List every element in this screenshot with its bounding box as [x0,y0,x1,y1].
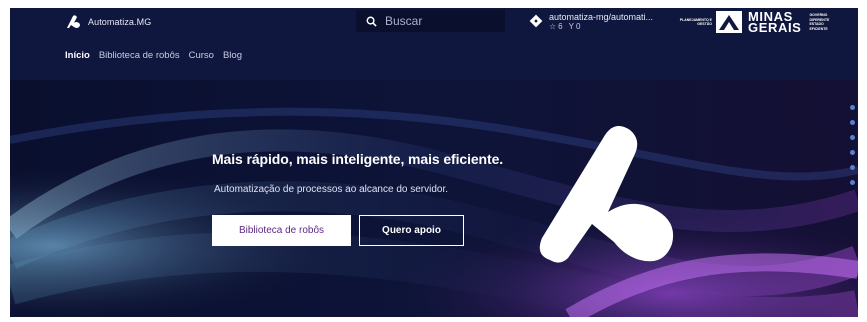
carousel-dot[interactable] [850,165,855,170]
automatiza-logo-icon [67,15,80,28]
search-placeholder: Buscar [385,14,423,28]
hero-subtitle: Automatização de processos ao alcance do… [214,184,449,195]
carousel-dots [850,105,855,185]
carousel-dot[interactable] [850,150,855,155]
carousel-dot[interactable] [850,105,855,110]
carousel-dot[interactable] [850,135,855,140]
repo-forks: Y 0 [569,22,581,32]
mg-mountain-icon [716,11,742,33]
fork-count: 0 [575,22,581,31]
brand-line-2: GERAIS [748,20,802,35]
hero-banner: Mais rápido, mais inteligente, mais efic… [10,80,858,317]
government-tagline: GOVERNO DIFERENTE ESTADO EFICIENTE [809,13,830,31]
nav-item-biblioteca[interactable]: Biblioteca de robôs [99,50,180,61]
fork-icon: Y [568,22,574,31]
main-nav: Início Biblioteca de robôs Curso Blog [65,50,242,61]
hero-background [10,80,858,317]
minas-gerais-brand[interactable]: PLANEJAMENTO E GESTÃO MINAS GERAIS GOVER… [676,10,839,35]
robot-library-button[interactable]: Biblioteca de robôs [212,215,351,246]
github-repo-link[interactable]: automatiza-mg/automati... ☆ 6 Y 0 [529,12,653,32]
automatiza-large-mark-icon [539,126,674,263]
carousel-dot[interactable] [850,120,855,125]
page-frame: Automatiza.MG Buscar automatiza-mg/autom… [10,8,858,317]
nav-item-curso[interactable]: Curso [189,50,214,61]
search-icon [366,16,377,27]
nav-item-inicio[interactable]: Início [65,50,90,61]
git-icon [529,14,543,28]
star-count: 6 [558,22,563,31]
logo-text: Automatiza.MG [88,17,152,27]
hero-title: Mais rápido, mais inteligente, mais efic… [212,151,504,167]
carousel-dot[interactable] [850,180,855,185]
logo[interactable]: Automatiza.MG [65,14,151,30]
site-header: Automatiza.MG Buscar automatiza-mg/autom… [10,8,858,80]
support-button[interactable]: Quero apoio [359,215,464,246]
planejamento-text: PLANEJAMENTO E GESTÃO [679,17,712,27]
nav-item-blog[interactable]: Blog [223,50,242,61]
search-input[interactable]: Buscar [356,10,505,32]
repo-stars: ☆ 6 [549,22,563,32]
repo-name: automatiza-mg/automati... [549,12,654,22]
star-icon: ☆ [549,22,557,31]
